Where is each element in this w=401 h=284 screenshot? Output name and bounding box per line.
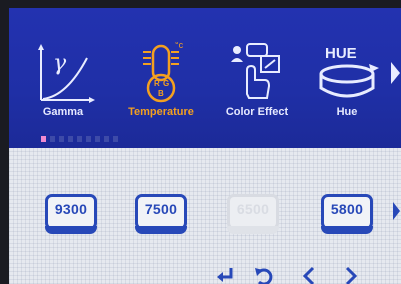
hue-icon: HUE	[319, 45, 379, 98]
thermo-letter-b: B	[158, 89, 164, 98]
preset-6500-button: 6500	[227, 194, 279, 234]
return-icon[interactable]	[253, 266, 275, 284]
right-icon[interactable]	[339, 266, 361, 284]
preset-button-shade	[321, 226, 373, 234]
preset-button-shade	[135, 226, 187, 234]
menu-label-color-effect: Color Effect	[225, 106, 289, 118]
page-dot	[59, 136, 64, 142]
page-dot	[68, 136, 73, 142]
scroll-right-arrow-icon[interactable]	[389, 58, 401, 88]
preset-value: 7500	[144, 201, 178, 217]
page-dot	[113, 136, 118, 142]
color-effect-icon	[231, 43, 280, 99]
osd-screen: γ Gamma °c R G B Temperature Color Effec…	[9, 8, 401, 284]
menu-label-temperature: Temperature	[128, 106, 194, 118]
page-dot	[95, 136, 100, 142]
page-dot	[50, 136, 55, 142]
gamma-symbol: γ	[53, 51, 67, 76]
preset-button-shade	[227, 226, 279, 234]
preset-scroll-right-icon[interactable]	[391, 200, 401, 222]
preset-9300-button[interactable]: 9300	[45, 194, 97, 234]
preset-value: 5800	[330, 201, 364, 217]
menu-page-indicator	[41, 136, 118, 144]
page-dot	[86, 136, 91, 142]
menu-label-gamma: Gamma	[42, 106, 84, 118]
preset-5800-button[interactable]: 5800	[321, 194, 373, 234]
degree-c-label: °c	[175, 42, 184, 50]
thermo-letter-g: G	[163, 79, 169, 88]
page-dot-active	[41, 136, 46, 142]
gamma-curve-icon: γ	[38, 44, 95, 103]
page-dot	[77, 136, 82, 142]
enter-icon[interactable]	[215, 266, 237, 284]
preset-value: 9300	[54, 201, 88, 217]
page-dot	[104, 136, 109, 142]
left-icon[interactable]	[299, 266, 321, 284]
menu-label-hue: Hue	[336, 106, 358, 118]
hue-icon-text: HUE	[325, 45, 357, 62]
preset-button-shade	[45, 226, 97, 234]
thermo-letter-r: R	[154, 79, 160, 88]
thermometer-icon: °c R G B	[143, 42, 184, 103]
preset-7500-button[interactable]: 7500	[135, 194, 187, 234]
preset-value: 6500	[236, 201, 270, 217]
